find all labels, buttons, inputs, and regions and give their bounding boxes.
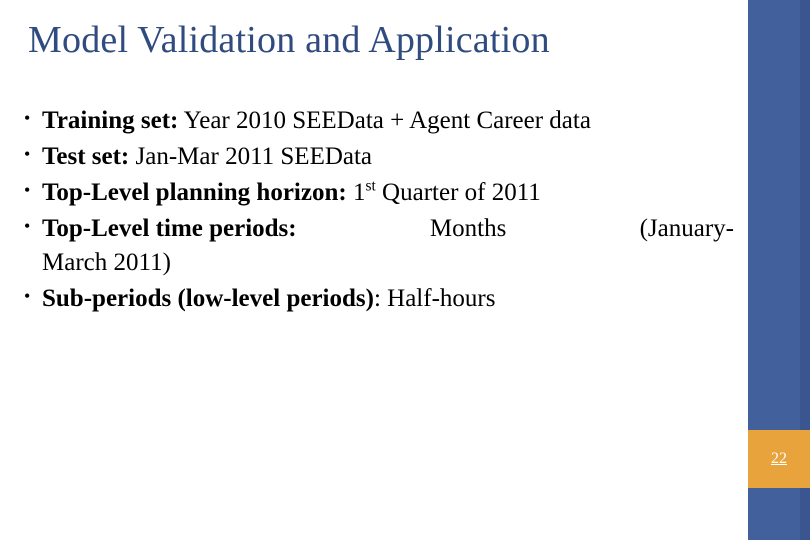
list-item-text: Year 2010 SEEData + Agent Career data [178, 107, 591, 134]
list-item: • Top-Level planning horizon: 1st Quarte… [18, 176, 734, 210]
bullet-marker: • [24, 286, 31, 307]
list-item-label: Sub-periods (low-level periods) [42, 285, 374, 312]
list-item-text: : Half-hours [373, 285, 496, 312]
ordinal-suffix: st [365, 177, 376, 195]
bullet-marker: • [24, 180, 31, 201]
bullet-marker: • [24, 108, 31, 129]
page-number: 22 [771, 450, 787, 467]
list-item-text: Jan-Mar 2011 SEEData [129, 143, 373, 170]
page-number-box: 22 [748, 430, 810, 488]
list-item-label: Top-Level planning horizon: [42, 179, 347, 206]
list-item-text-pre: 1 [346, 179, 366, 206]
list-item-text-january: (January- [639, 215, 734, 242]
list-item-label: Test set: [42, 143, 130, 170]
list-item: • Sub-periods (low-level periods): Half-… [18, 282, 734, 316]
list-item-text-march: March 2011) [42, 249, 171, 276]
list-item-text-months: Months [429, 215, 507, 242]
page-title: Model Validation and Application [28, 19, 550, 61]
list-item: • Top-Level time periods: Months (Januar… [18, 212, 734, 280]
list-item-label: Top-Level time periods: [42, 215, 297, 242]
bullet-marker: • [24, 144, 31, 165]
bullet-marker: • [24, 216, 31, 237]
list-item-text-post: Quarter of 2011 [375, 179, 541, 206]
bullet-list: • Training set: Year 2010 SEEData + Agen… [18, 104, 734, 318]
list-item-label: Training set: [42, 107, 179, 134]
slide: 22 Model Validation and Application • Tr… [0, 0, 810, 540]
list-item: • Training set: Year 2010 SEEData + Agen… [18, 104, 734, 138]
list-item: • Test set: Jan-Mar 2011 SEEData [18, 140, 734, 174]
